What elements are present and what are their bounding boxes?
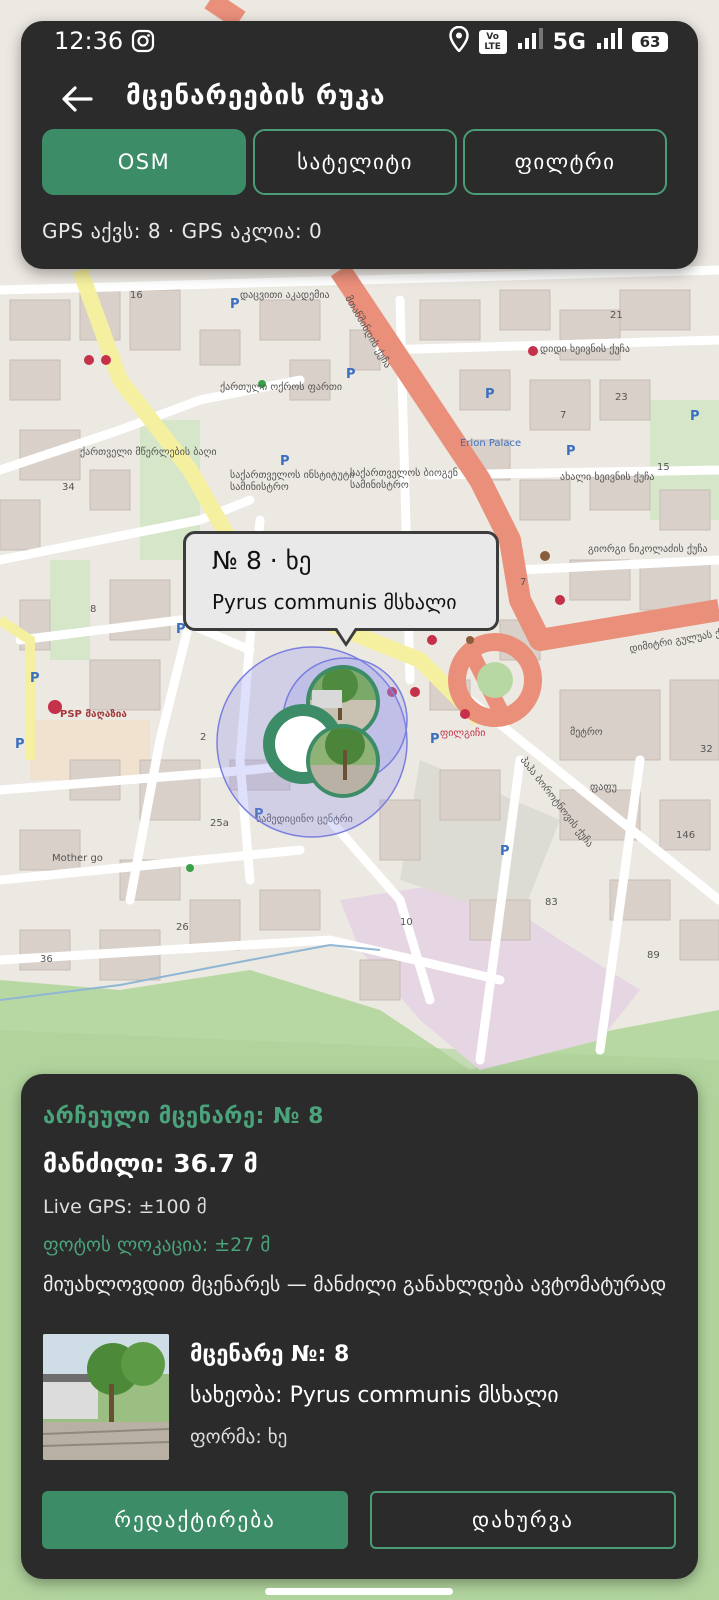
selected-plant-sheet: არჩეული მცენარე: № 8 მანძილი: 36.7 მ Liv… — [21, 1074, 698, 1579]
status-time: 12:36 — [54, 27, 124, 55]
svg-text:სამინისტრო: სამინისტრო — [230, 481, 289, 493]
svg-text:36: 36 — [40, 954, 53, 965]
network-type: 5G — [552, 29, 586, 55]
gps-summary: GPS აქვს: 8 · GPS აკლია: 0 — [42, 219, 323, 243]
plant-form: ფორმა: ხე — [190, 1426, 288, 1448]
svg-text:21: 21 — [610, 310, 623, 321]
svg-text:ქართველი მწერლების ბაღი: ქართველი მწერლების ბაღი — [80, 446, 217, 458]
callout-subtitle: Pyrus communis მსხალი — [212, 590, 457, 614]
svg-text:P: P — [690, 409, 700, 424]
svg-text:ქართული ოქროს ფართი: ქართული ოქროს ფართი — [220, 381, 342, 393]
svg-text:P: P — [346, 367, 356, 382]
svg-text:სამინისტრო: სამინისტრო — [350, 479, 409, 491]
svg-text:23: 23 — [615, 392, 628, 403]
app-bar: მცენარეების რუკა — [21, 65, 698, 137]
svg-text:16: 16 — [130, 290, 143, 301]
signal-icon — [596, 28, 622, 56]
svg-text:PSP მაღაზია: PSP მაღაზია — [60, 708, 127, 720]
status-icons: Vo LTE 5G 63 — [448, 25, 668, 58]
tab-satellite[interactable]: სატელიტი — [253, 129, 457, 195]
signal-icon — [517, 28, 543, 56]
svg-text:26: 26 — [176, 922, 189, 933]
volte-icon: Vo LTE — [478, 30, 507, 54]
tab-filter[interactable]: ფილტრი — [463, 129, 667, 195]
svg-text:მეტრო: მეტრო — [570, 726, 603, 738]
svg-text:25a: 25a — [210, 818, 229, 829]
plant-number: მცენარე №: 8 — [190, 1342, 350, 1367]
live-gps-accuracy: Live GPS: ±100 მ — [43, 1196, 207, 1218]
plant-species: სახეობა: Pyrus communis მსხალი — [190, 1383, 559, 1408]
battery-level: 63 — [639, 33, 661, 51]
top-panel: 12:36 Vo LTE 5G 63 მცენარეების რუკა OSM … — [21, 21, 698, 269]
svg-text:ახალი ხეივნის ქუჩა: ახალი ხეივნის ქუჩა — [560, 471, 654, 483]
svg-text:საქართველოს ინსტიტუტი: საქართველოს ინსტიტუტი — [230, 469, 354, 481]
svg-text:83: 83 — [545, 897, 558, 908]
svg-text:10: 10 — [400, 917, 413, 928]
home-indicator[interactable] — [265, 1588, 453, 1595]
svg-text:34: 34 — [62, 482, 75, 493]
svg-text:Erion Palace: Erion Palace — [460, 438, 521, 449]
selected-plant-heading: არჩეული მცენარე: № 8 — [43, 1104, 324, 1129]
photo-location-accuracy: ფოტოს ლოკაცია: ±27 მ — [43, 1234, 271, 1256]
svg-text:146: 146 — [676, 830, 695, 841]
svg-text:P: P — [230, 297, 240, 312]
svg-text:Mother go: Mother go — [52, 853, 103, 864]
page-title: მცენარეების რუკა — [126, 81, 386, 111]
svg-text:2: 2 — [200, 732, 206, 743]
svg-text:საქართველოს ბიოგენ: საქართველოს ბიოგენ — [350, 467, 458, 479]
svg-text:15: 15 — [657, 462, 670, 473]
svg-text:P: P — [500, 844, 510, 859]
svg-text:P: P — [15, 737, 25, 752]
svg-text:P: P — [430, 732, 440, 747]
tab-osm[interactable]: OSM — [42, 129, 246, 195]
svg-text:ფილგიჩი: ფილგიჩი — [440, 727, 485, 739]
distance-value: მანძილი: 36.7 მ — [43, 1149, 258, 1178]
callout-title: № 8 · ხე — [212, 546, 312, 575]
status-bar: 12:36 Vo LTE 5G 63 — [21, 21, 698, 63]
arrow-left-icon — [62, 86, 93, 112]
svg-text:P: P — [485, 387, 495, 402]
approach-hint: მიუახლოვდით მცენარეს — მანძილი განახლდებ… — [43, 1272, 667, 1296]
marker-info-callout[interactable]: № 8 · ხე Pyrus communis მსხალი — [183, 531, 499, 647]
svg-text:8: 8 — [90, 604, 96, 615]
svg-text:დაცვითი აკადემია: დაცვითი აკადემია — [240, 289, 330, 301]
svg-text:P: P — [30, 671, 40, 686]
back-button[interactable] — [57, 79, 97, 119]
svg-text:ფაფუ: ფაფუ — [590, 782, 617, 793]
svg-text:P: P — [566, 444, 576, 459]
svg-text:გიორგი ნიკოლაძის ქუჩა: გიორგი ნიკოლაძის ქუჩა — [588, 543, 708, 555]
instagram-icon — [131, 29, 155, 57]
svg-text:7: 7 — [520, 577, 526, 588]
edit-button[interactable]: რედაქტირება — [42, 1491, 348, 1549]
svg-text:89: 89 — [647, 950, 660, 961]
battery-icon: 63 — [632, 32, 668, 52]
svg-text:7: 7 — [560, 410, 566, 421]
svg-text:P: P — [280, 454, 290, 469]
svg-text:32: 32 — [700, 744, 713, 755]
location-icon — [448, 25, 469, 58]
close-button[interactable]: დახურვა — [370, 1491, 676, 1549]
plant-photo-thumbnail[interactable] — [43, 1334, 169, 1460]
svg-text:დიდი ხეივნის ქუჩა: დიდი ხეივნის ქუჩა — [540, 343, 630, 355]
map-layer-tabs: OSM სატელიტი ფილტრი — [42, 129, 676, 199]
